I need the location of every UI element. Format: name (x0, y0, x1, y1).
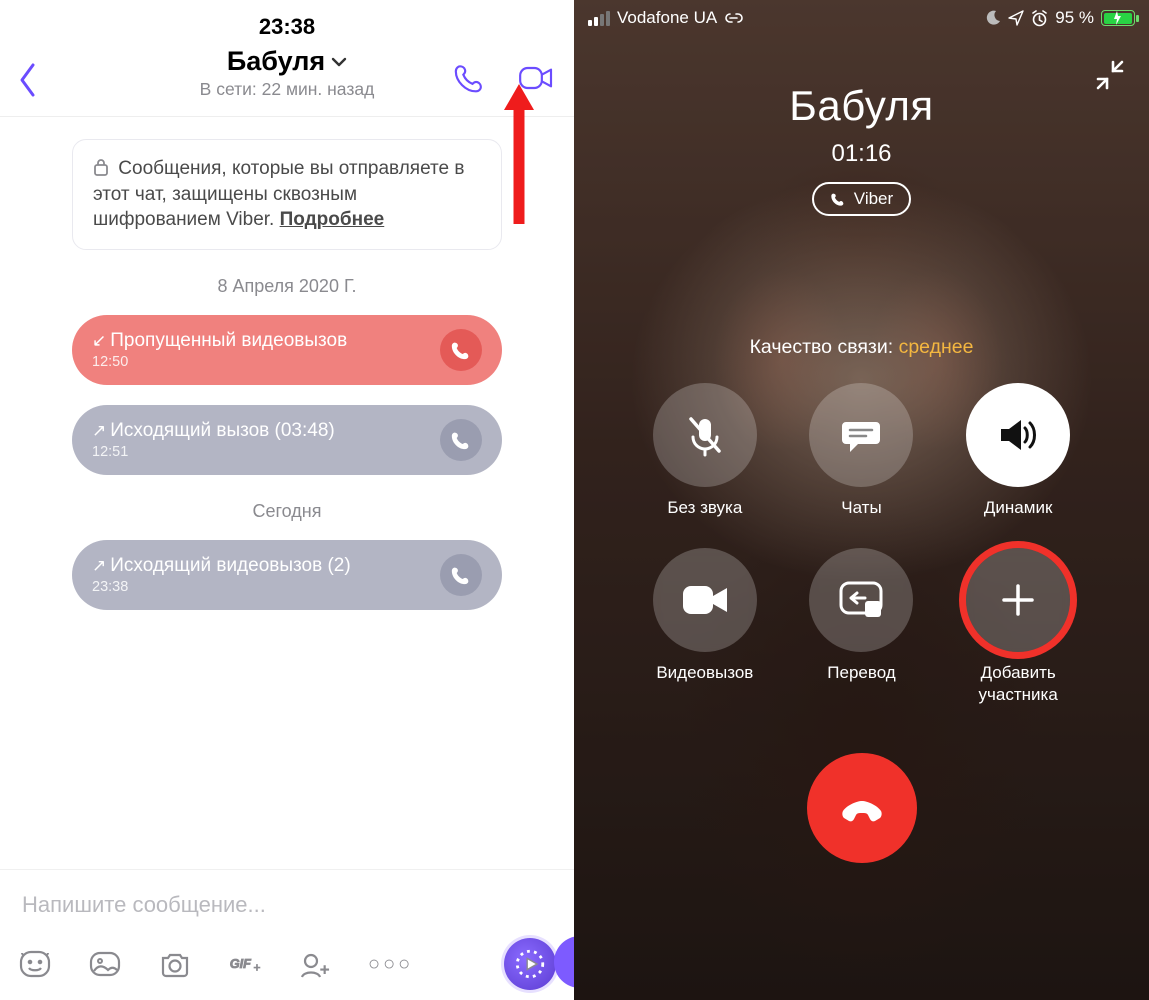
audio-call-button[interactable] (450, 58, 490, 98)
app-pill-label: Viber (854, 189, 893, 209)
contact-status: В сети: 22 мин. назад (200, 79, 375, 100)
videocall-label: Видеовызов (656, 662, 753, 683)
minimize-button[interactable] (1093, 58, 1127, 92)
battery-percent: 95 % (1055, 8, 1094, 28)
callback-button[interactable] (440, 329, 482, 371)
outgoing-videocall-entry[interactable]: ↗Исходящий видеовызов (2) 23:38 (72, 540, 502, 610)
videocall-button[interactable] (653, 548, 757, 652)
call-quality: Качество связи: среднее (574, 336, 1149, 359)
callback-button[interactable] (440, 554, 482, 596)
transfer-button[interactable] (809, 548, 913, 652)
more-icon[interactable]: ○○○ (368, 953, 413, 976)
speaker-label: Динамик (984, 497, 1052, 518)
svg-text:GIF: GIF (230, 956, 252, 971)
message-input[interactable]: Напишите сообщение... (18, 884, 556, 938)
app-source-pill[interactable]: Viber (812, 182, 911, 216)
missed-videocall-entry[interactable]: ↙Пропущенный видеовызов 12:50 (72, 315, 502, 385)
call-actions-grid: Без звука Чаты Динамик Видеовызов (627, 383, 1097, 705)
call-duration: 01:16 (574, 140, 1149, 168)
carrier-label: Vodafone UA (617, 8, 717, 28)
call-entry-time: 12:51 (92, 444, 430, 460)
chevron-down-icon (331, 56, 347, 68)
signal-icon (588, 11, 610, 26)
encryption-more-link[interactable]: Подробнее (280, 209, 385, 230)
svg-text:+: + (320, 962, 329, 979)
outgoing-arrow-icon: ↗ (92, 556, 106, 575)
outgoing-arrow-icon: ↗ (92, 421, 106, 440)
contact-title[interactable]: Бабуля (227, 46, 347, 77)
outgoing-call-entry[interactable]: ↗Исходящий вызов (03:48) 12:51 (72, 405, 502, 475)
chat-body: Сообщения, которые вы отправляете в этот… (0, 117, 574, 869)
date-separator: Сегодня (72, 501, 502, 522)
call-screen: Vodafone UA 95 % Бабуля 01:16 Viber Каче… (574, 0, 1149, 1000)
date-separator: 8 Апреля 2020 Г. (72, 276, 502, 297)
speaker-button[interactable] (966, 383, 1070, 487)
chats-button[interactable] (809, 383, 913, 487)
back-button[interactable] (18, 62, 38, 98)
quality-label: Качество связи: (750, 336, 899, 358)
call-entry-text: Исходящий видеовызов (2) (110, 555, 350, 576)
callback-button[interactable] (440, 419, 482, 461)
dnd-moon-icon (985, 10, 1001, 26)
contact-name: Бабуля (227, 46, 325, 77)
add-participant-label: Добавить участника (940, 662, 1097, 705)
camera-icon[interactable] (158, 947, 192, 981)
call-entry-time: 12:50 (92, 354, 430, 370)
message-composer: Напишите сообщение... GIF+ + ○○○ (0, 869, 574, 1000)
quality-value: среднее (899, 336, 974, 358)
svg-text:+: + (254, 961, 261, 975)
link-icon (724, 11, 744, 25)
voice-message-button[interactable] (504, 938, 556, 990)
encryption-notice[interactable]: Сообщения, которые вы отправляете в этот… (72, 139, 502, 250)
gif-icon[interactable]: GIF+ (228, 947, 262, 981)
status-clock: 23:38 (0, 0, 574, 40)
chats-label: Чаты (841, 497, 881, 518)
alarm-icon (1031, 10, 1048, 27)
transfer-label: Перевод (827, 662, 895, 683)
lock-icon (93, 158, 114, 179)
incoming-arrow-icon: ↙ (92, 331, 106, 350)
status-bar: Vodafone UA 95 % (574, 0, 1149, 28)
call-entry-text: Пропущенный видеовызов (110, 330, 347, 351)
location-icon (1008, 10, 1024, 26)
mute-button[interactable] (653, 383, 757, 487)
phone-icon (830, 191, 846, 207)
call-contact-name: Бабуля (574, 82, 1149, 130)
battery-icon (1101, 10, 1135, 26)
hangup-button[interactable] (807, 753, 917, 863)
add-participant-button[interactable] (966, 548, 1070, 652)
mention-icon[interactable]: + (298, 947, 332, 981)
call-entry-text: Исходящий вызов (03:48) (110, 420, 335, 441)
chat-screen: 23:38 Бабуля В сети: 22 мин. назад (0, 0, 574, 1000)
call-entry-time: 23:38 (92, 579, 430, 595)
mute-label: Без звука (667, 497, 742, 518)
chat-header: Бабуля В сети: 22 мин. назад (0, 40, 574, 117)
sticker-icon[interactable] (18, 947, 52, 981)
gallery-icon[interactable] (88, 947, 122, 981)
video-call-button[interactable] (516, 58, 556, 98)
